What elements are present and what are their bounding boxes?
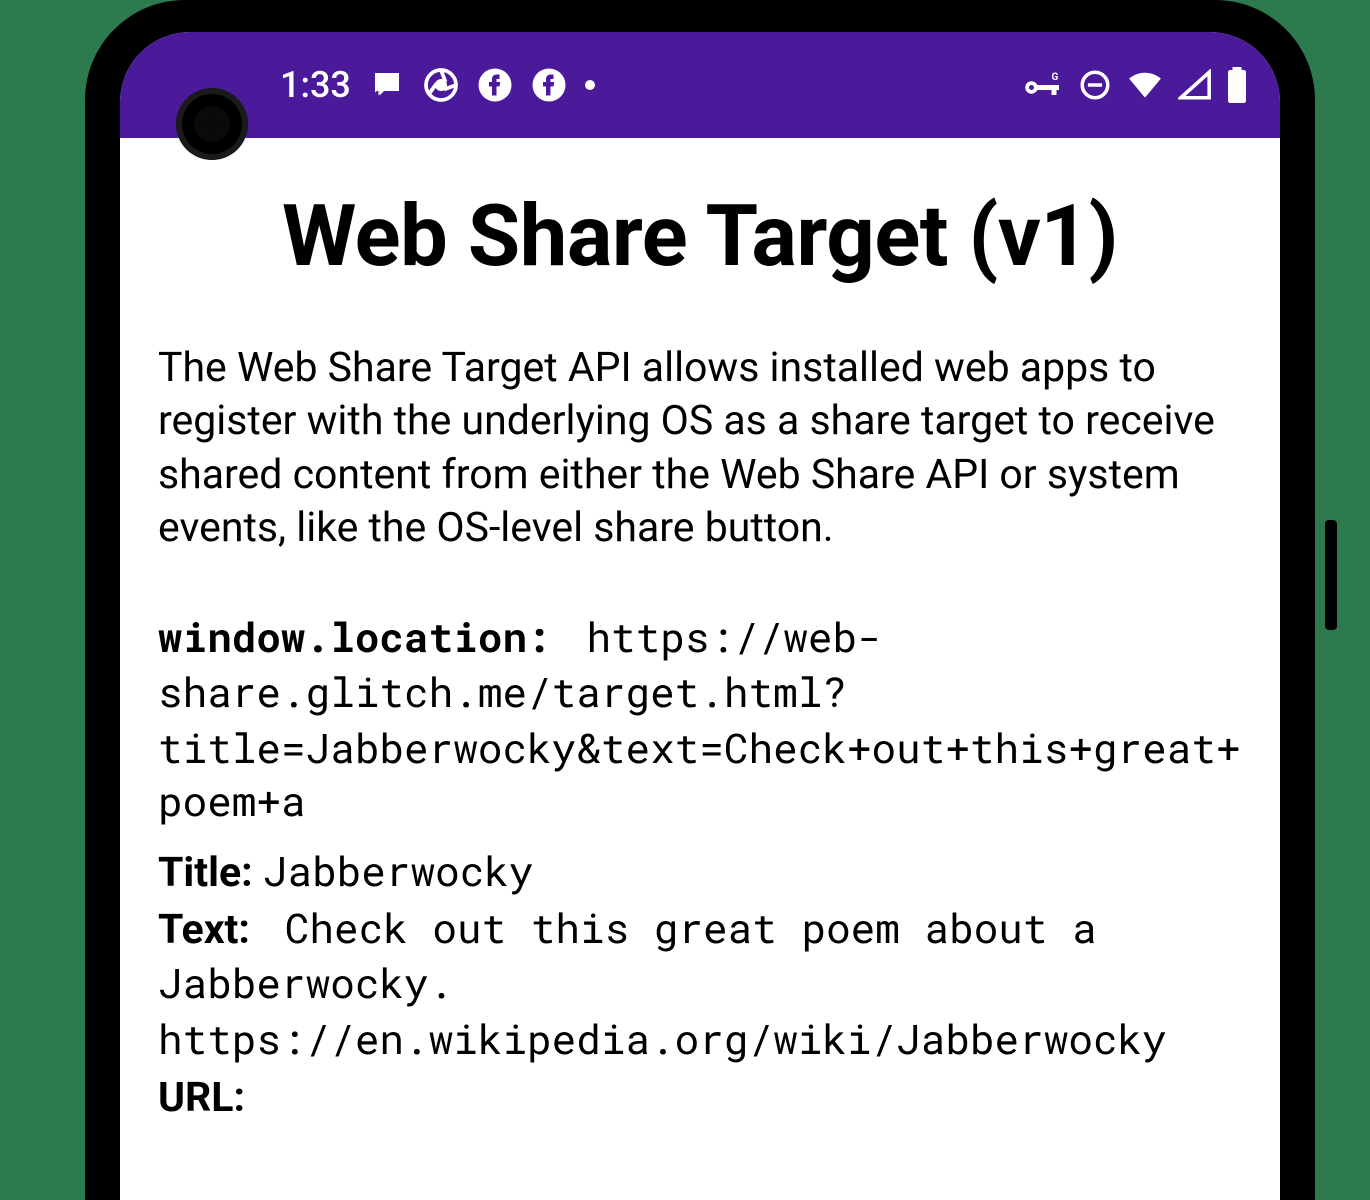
camera-lens [197,109,227,139]
wifi-icon [1126,69,1164,101]
facebook-icon [477,67,513,103]
camera-hole [176,88,248,160]
url-label: URL: [158,1074,245,1122]
title-value: Jabberwocky [263,844,534,898]
battery-icon [1226,67,1248,103]
phone-frame: 1:33 [85,0,1315,1200]
side-button [1325,520,1337,630]
do-not-disturb-icon [1078,68,1112,102]
page-title: Web Share Target (v1) [158,186,1242,286]
svg-text:G: G [1052,72,1059,83]
status-time: 1:33 [280,64,351,106]
facebook-icon-2 [531,67,567,103]
description-text: The Web Share Target API allows installe… [158,342,1242,555]
phone-inner: 1:33 [103,18,1297,1200]
location-label: window.location: [158,610,552,664]
content-area[interactable]: Web Share Target (v1) The Web Share Targ… [120,138,1280,1200]
chrome-icon [423,67,459,103]
text-value: Check out this great poem about a Jabber… [158,901,1167,1066]
cellular-signal-icon [1178,69,1212,101]
text-label: Text: [158,906,250,954]
vpn-key-icon: G [1024,70,1064,100]
phone-screen: 1:33 [120,32,1280,1200]
notification-dot-icon [585,80,595,90]
title-label: Title: [158,849,253,897]
share-data-section: window.location: https://web-share.glitc… [158,611,1242,1125]
status-bar: 1:33 [120,32,1280,138]
messages-icon [369,67,405,103]
